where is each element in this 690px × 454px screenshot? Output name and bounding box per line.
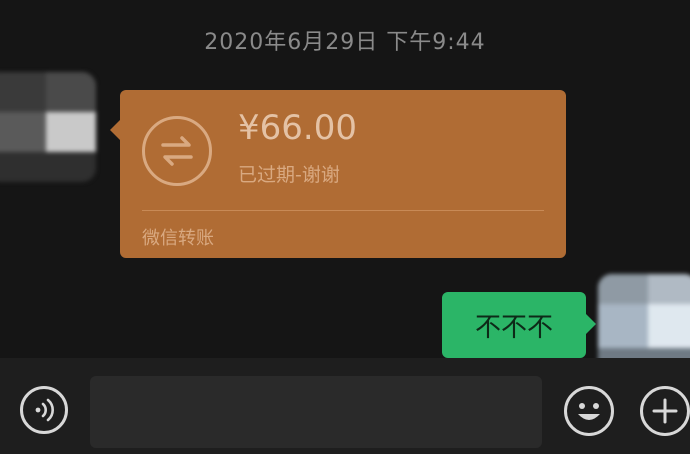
voice-button[interactable]	[20, 386, 68, 434]
voice-icon	[35, 398, 54, 422]
transfer-label: 微信转账	[142, 228, 214, 249]
transfer-arrows-icon	[142, 116, 212, 186]
sent-message-text: 不不不	[474, 312, 553, 343]
emoji-button[interactable]	[564, 386, 614, 436]
bubble-tail	[110, 120, 120, 140]
plus-icon	[652, 398, 678, 424]
bubble-tail	[586, 314, 596, 334]
input-bar	[0, 358, 690, 454]
contact-avatar[interactable]	[0, 72, 96, 182]
emoji-icon	[578, 403, 600, 420]
message-input[interactable]	[90, 376, 542, 448]
plus-button[interactable]	[640, 386, 690, 436]
sent-message-bubble[interactable]: 不不不	[442, 292, 596, 358]
transfer-divider	[142, 210, 544, 211]
chat-timestamp: 2020年6月29日 下午9:44	[204, 30, 486, 55]
transfer-status: 已过期-谢谢	[238, 164, 340, 186]
transfer-message[interactable]: ¥66.00 已过期-谢谢 微信转账	[110, 90, 566, 258]
transfer-amount: ¥66.00	[238, 108, 357, 148]
